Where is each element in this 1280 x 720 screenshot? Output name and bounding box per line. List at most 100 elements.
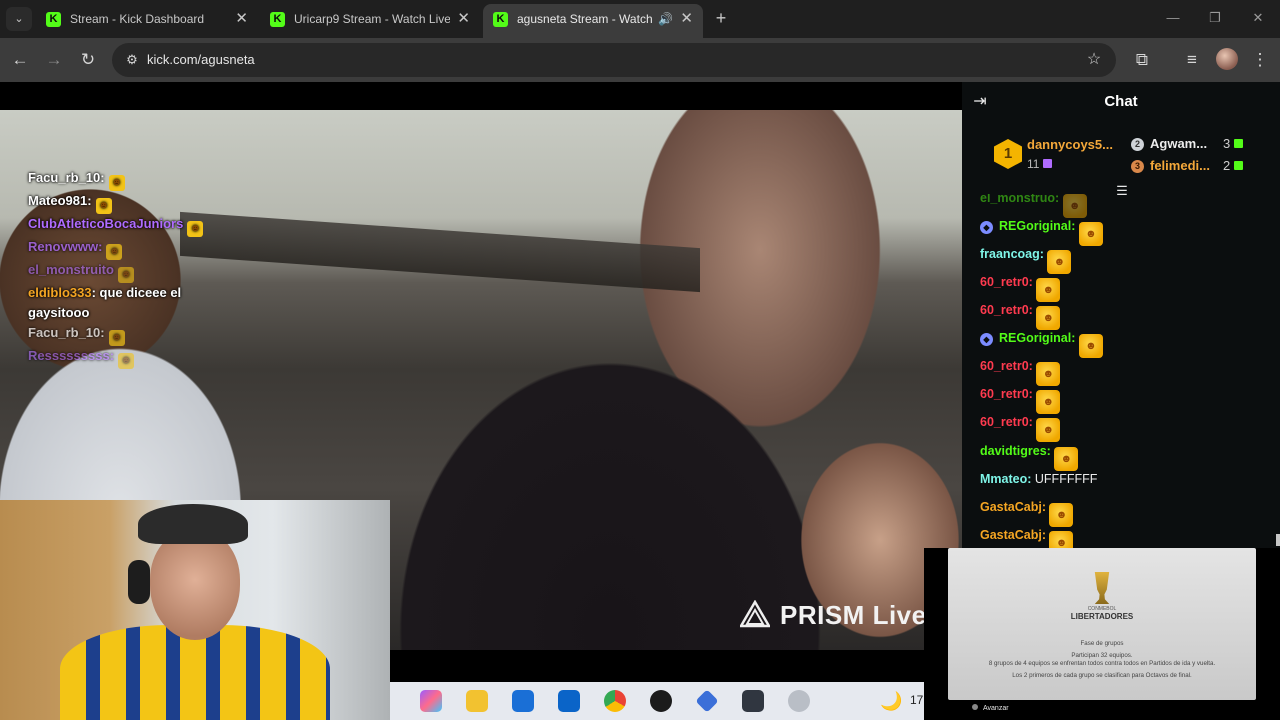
collapse-chat-icon[interactable]: ⇥ — [970, 92, 990, 112]
gift-icon — [1234, 139, 1244, 148]
close-tab-icon[interactable]: ✕ — [457, 4, 470, 34]
emote-icon: ☻ — [95, 198, 112, 214]
chat-message: GastaCabj: ☻ — [980, 523, 1074, 548]
copilot-icon[interactable] — [420, 690, 442, 712]
libertadores-trophy-icon — [1094, 572, 1110, 604]
chat-title: Chat — [1104, 93, 1138, 110]
kick-favicon-icon: K — [270, 12, 285, 27]
chat-message: ◆ REGoriginal: ☻ — [980, 214, 1103, 246]
chat-header: Chat ⇥ — [962, 82, 1280, 122]
badge-icon: ◆ — [980, 333, 993, 346]
chat-message: ◆ REGoriginal: ☻ — [980, 326, 1103, 358]
settings-icon[interactable] — [788, 690, 810, 712]
leaderboard-third-name[interactable]: felimedi... — [1150, 158, 1210, 173]
tab-kick-dashboard[interactable]: K Stream - Kick Dashboard ✕ — [36, 4, 258, 38]
close-window-icon[interactable]: ✕ — [1248, 8, 1268, 28]
extensions-puzzle-icon[interactable]: ⧉ — [1130, 48, 1154, 72]
slide-line: Los 2 primeros de cada grupo se clasific… — [1012, 672, 1192, 679]
slide-heading: Fase de grupos — [1080, 640, 1124, 647]
bookmark-star-icon[interactable]: ☆ — [1082, 48, 1106, 72]
badge-icon: ◆ — [980, 221, 993, 234]
outlook-icon[interactable] — [558, 690, 580, 712]
restore-icon[interactable]: ❐ — [1205, 8, 1225, 28]
leaderboard-first-name[interactable]: dannycoys5... — [1027, 137, 1113, 152]
chat-message: 60_retr0: ☻ — [980, 410, 1061, 442]
overlay-chat-line: eldiblo333: que diceee el — [28, 285, 182, 300]
chat-message: 60_retr0: ☻ — [980, 382, 1061, 414]
tab-search-chevron-icon[interactable]: ⌄ — [6, 7, 32, 31]
chat-message: GastaCabj: ☻ — [980, 495, 1074, 527]
site-info-icon[interactable]: ⚙ — [120, 48, 144, 72]
minimize-icon[interactable]: — — [1163, 8, 1183, 28]
overlay-chat-line: Facu_rb_10: ☻ — [28, 323, 288, 346]
video-overlay-chat: Facu_rb_10: ☻ Mateo981: ☻ ClubAtleticoBoca… — [28, 168, 288, 369]
chat-message: Mmateo: UFFFFFFF — [980, 472, 1098, 486]
chat-message: 60_retr0: ☻ — [980, 298, 1061, 330]
streamer-webcam — [0, 500, 390, 720]
gift-icon — [1043, 159, 1053, 168]
close-tab-icon[interactable]: ✕ — [235, 4, 248, 34]
browser-menu-icon[interactable]: ⋮ — [1248, 48, 1272, 72]
overlay-chat-line: gaysitooo — [28, 305, 90, 320]
store-icon[interactable] — [512, 690, 534, 712]
back-arrow-icon[interactable]: ← — [8, 48, 32, 72]
emote-icon: ☻ — [118, 353, 135, 369]
leaderboard-second-count: 3 — [1223, 136, 1244, 151]
leaderboard-third-count: 2 — [1223, 158, 1244, 173]
emote-icon: ☻ — [117, 267, 134, 283]
app-icon[interactable] — [650, 690, 672, 712]
browser-toolbar: ← → ↻ ⚙ kick.com/agusneta ☆ ⧉ ≡ ⋮ — [0, 38, 1280, 82]
tab-uricarp9-stream[interactable]: K Uricarp9 Stream - Watch Live o ✕ — [260, 4, 480, 38]
weather-moon-icon[interactable]: 🌙 — [880, 690, 902, 712]
chat-panel: Chat ⇥ 1 dannycoys5... 11 2 Agwam... 3 3… — [962, 82, 1280, 548]
webcam-face — [150, 530, 240, 640]
slide-advance-button[interactable]: Avanzar — [972, 704, 1009, 712]
overlay-chat-line: Resssssssss: ☻ — [28, 346, 288, 369]
obs-icon[interactable] — [742, 690, 764, 712]
webcam-cap — [138, 504, 248, 544]
prism-triangle-icon — [740, 600, 770, 628]
tab-title: agusneta Stream - Watch Li — [517, 12, 653, 26]
chrome-icon[interactable] — [604, 690, 626, 712]
taskbar-clock[interactable]: 17 — [910, 693, 923, 707]
prism-live-watermark: PRISM Live — [740, 600, 927, 631]
chat-message: davidtigres: ☻ — [980, 439, 1079, 471]
leaderboard-second-name[interactable]: Agwam... — [1150, 136, 1207, 151]
new-tab-plus-icon[interactable]: + — [710, 6, 732, 30]
url-text[interactable]: kick.com/agusneta — [147, 43, 255, 77]
slide-line: Participan 32 equipos. — [1071, 652, 1133, 659]
leaderboard-first-count: 11 — [1027, 157, 1053, 171]
forward-arrow-icon[interactable]: → — [42, 48, 66, 72]
overlay-chat-line: el_monstruito ☻ — [28, 260, 288, 283]
chat-message: 60_retr0: ☻ — [980, 354, 1061, 386]
rank-3-badge-icon: 3 — [1131, 160, 1144, 173]
gift-icon — [1234, 161, 1244, 170]
libertadores-slide-overlay: CONMEBOL LIBERTADORES Fase de grupos Par… — [924, 548, 1280, 720]
advance-icon — [972, 704, 978, 710]
kick-favicon-icon: K — [493, 12, 508, 27]
windows-taskbar: 🌙 17 — [390, 682, 924, 720]
tab-title: Uricarp9 Stream - Watch Live o — [294, 12, 450, 26]
speaker-icon[interactable]: 🔊 — [658, 4, 673, 34]
close-tab-icon[interactable]: ✕ — [680, 4, 693, 34]
chat-message: 60_retr0: ☻ — [980, 270, 1061, 302]
slide-brand: LIBERTADORES — [1070, 612, 1134, 621]
emote-icon: ☻ — [1078, 334, 1103, 358]
address-bar[interactable]: ⚙ kick.com/agusneta ☆ — [112, 43, 1116, 77]
chat-scrollbar[interactable] — [1276, 534, 1280, 546]
reload-icon[interactable]: ↻ — [76, 48, 100, 72]
rank-1-badge-icon: 1 — [994, 139, 1022, 169]
tab-title: Stream - Kick Dashboard — [70, 12, 205, 26]
browser-tab-strip: ⌄ K Stream - Kick Dashboard ✕ K Uricarp9… — [0, 0, 1280, 38]
tab-agusneta-stream[interactable]: K agusneta Stream - Watch Li 🔊 ✕ — [483, 4, 703, 38]
overlay-chat-line: Mateo981: ☻ — [28, 191, 288, 214]
vpn-icon[interactable] — [695, 689, 719, 713]
file-explorer-icon[interactable] — [466, 690, 488, 712]
emote-icon: ☻ — [108, 175, 125, 191]
profile-avatar[interactable] — [1216, 48, 1238, 70]
overlay-chat-line: ClubAtleticoBocaJuniors ☻ — [28, 214, 288, 237]
media-controls-icon[interactable]: ≡ — [1180, 48, 1204, 72]
chat-message: fraancoag: ☻ — [980, 242, 1072, 274]
emote-icon: ☻ — [108, 330, 125, 346]
overlay-chat-line: Facu_rb_10: ☻ — [28, 168, 288, 191]
